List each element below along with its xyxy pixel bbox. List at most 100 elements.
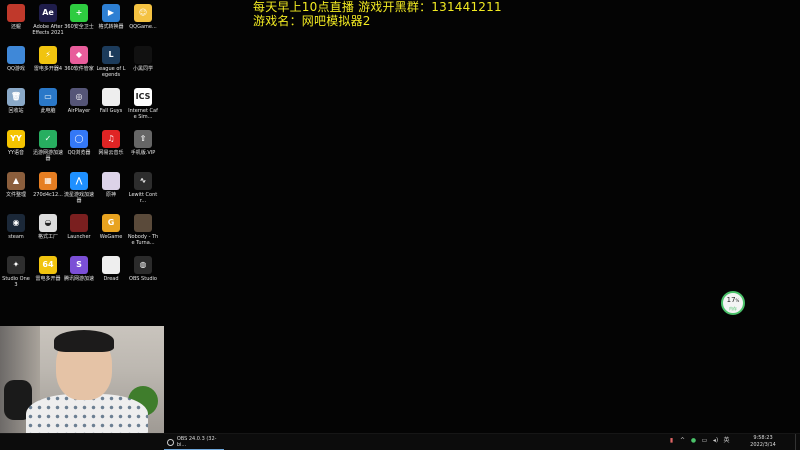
- desktop-icon-label: Fall Guys: [99, 108, 123, 114]
- desktop-icon[interactable]: 还鲲: [0, 2, 32, 30]
- desktop-icon[interactable]: ♫ 网易云音乐: [95, 128, 127, 156]
- desktop-icon[interactable]: Dread: [95, 254, 127, 282]
- taskbar-app-label: OBS 24.0.3 (32-bi...: [176, 436, 217, 448]
- desktop-icon[interactable]: Ae Adobe After Effects 2021: [32, 2, 64, 36]
- desktop-icon-label: steam: [8, 234, 24, 240]
- desktop-icon-label: Launcher: [67, 234, 91, 240]
- app-icon: Ae: [39, 4, 57, 22]
- desktop-icon[interactable]: ◆ 360软件管家: [63, 44, 95, 72]
- show-desktop-button[interactable]: [795, 434, 800, 450]
- flag-icon[interactable]: ▮: [668, 437, 675, 444]
- app-icon: ⇧: [134, 130, 152, 148]
- desktop-icon[interactable]: ✓ 迅游网游加速器: [32, 128, 64, 162]
- taskbar: OBS 24.0.3 (32-bi... ▮ ^ ● ▭ ◂) 英 9:58:23 202…: [0, 433, 800, 450]
- desktop-icon-label: 腾讯网游加速: [63, 276, 94, 282]
- app-icon: ▲: [7, 172, 25, 190]
- desktop-icon-label: 小黑同学: [132, 66, 153, 72]
- app-icon: ◎: [70, 88, 88, 106]
- desktop-icon[interactable]: YY YY语音: [0, 128, 32, 156]
- app-icon: ⚡: [39, 46, 57, 64]
- app-icon: ▭: [39, 88, 57, 106]
- desktop-icon[interactable]: ✦ Studio One 3: [0, 254, 32, 288]
- desktop-icon-label: Studio One 3: [2, 276, 30, 288]
- desktop-icon-label: Nobody - The Turna...: [127, 234, 159, 246]
- desktop-icon-label: 雷电多开器4: [33, 66, 63, 72]
- desktop-icon[interactable]: S 腾讯网游加速: [63, 254, 95, 282]
- memory-usage-label: 内存: [729, 306, 737, 311]
- desktop-icon[interactable]: Fall Guys: [95, 86, 127, 114]
- desktop-icon[interactable]: Nobody - The Turna...: [127, 212, 159, 246]
- desktop-icon-label: WeGame: [99, 234, 123, 240]
- app-icon: ∿: [134, 172, 152, 190]
- app-icon: ▶: [102, 4, 120, 22]
- speaker-icon[interactable]: ◂): [712, 437, 719, 444]
- desktop-icon-label: Dread: [103, 276, 119, 282]
- app-icon: [70, 214, 88, 232]
- desktop-icon-label: 格式转换器: [98, 24, 124, 30]
- wechat-icon[interactable]: ●: [690, 437, 697, 444]
- desktop-icon[interactable]: ▶ 格式转换器: [95, 2, 127, 30]
- desktop-icon[interactable]: Launcher: [63, 212, 95, 240]
- system-tray: ▮ ^ ● ▭ ◂) 英: [668, 437, 730, 444]
- app-icon: 🗑: [7, 88, 25, 106]
- app-icon: L: [102, 46, 120, 64]
- desktop-icon[interactable]: ICS Internet Cafe Sim...: [127, 86, 159, 120]
- desktop-icon-label: Internet Cafe Sim...: [128, 108, 158, 120]
- desktop-icon[interactable]: ◎ AirPlayer: [63, 86, 95, 114]
- desktop-icon[interactable]: ▭ 此电脑: [32, 86, 64, 114]
- desktop-icon[interactable]: ◉ steam: [0, 212, 32, 240]
- app-icon: [102, 256, 120, 274]
- app-icon: ◆: [70, 46, 88, 64]
- desktop-icon[interactable]: ▦ 270d4c12...: [32, 170, 64, 198]
- app-icon: ICS: [134, 88, 152, 106]
- webcam-feed: [0, 326, 164, 433]
- desktop: 每天早上10点直播 游戏开黑群：131441211 游戏名：网吧模拟器2 还鲲 A…: [0, 0, 800, 433]
- app-icon: ◯: [70, 130, 88, 148]
- desktop-icon-label: League of Legends: [96, 66, 126, 78]
- stream-overlay-schedule: 每天早上10点直播 游戏开黑群：131441211: [253, 0, 502, 14]
- desktop-icon[interactable]: +360安全卫士: [63, 2, 95, 30]
- desktop-icon-label: 270d4c12...: [33, 192, 63, 198]
- desktop-icon-label: QQ浏览器: [67, 150, 91, 156]
- memory-usage-widget[interactable]: 17% 内存: [721, 291, 745, 315]
- desktop-icon[interactable]: ◒ 格式工厂: [32, 212, 64, 240]
- desktop-icon-label: QQ游戏: [7, 66, 25, 72]
- app-icon: [102, 172, 120, 190]
- desktop-icon[interactable]: ⋀ 流星游戏加速器: [63, 170, 95, 204]
- desktop-icon-label: 回收站: [8, 108, 24, 114]
- memory-usage-value: 17%: [726, 296, 740, 304]
- desktop-icon[interactable]: ▲ 文件整理: [0, 170, 32, 198]
- desktop-icon-label: Lewitt Contr...: [128, 192, 158, 204]
- desktop-icon[interactable]: ◯ QQ浏览器: [63, 128, 95, 156]
- desktop-icon[interactable]: ∿ Lewitt Contr...: [127, 170, 159, 204]
- desktop-icon[interactable]: ⚡ 雷电多开器4: [32, 44, 64, 72]
- app-icon: YY: [7, 130, 25, 148]
- desktop-icon-label: 还鲲: [10, 24, 21, 30]
- chevron-up-icon[interactable]: ^: [679, 437, 686, 444]
- desktop-icon[interactable]: 小黑同学: [127, 44, 159, 72]
- desktop-icon[interactable]: ⇧ 手机版.VIP: [127, 128, 159, 156]
- desktop-icon-label: 网易云音乐: [98, 150, 124, 156]
- desktop-icon[interactable]: ◍ OBS Studio: [127, 254, 159, 282]
- desktop-icon-label: 360安全卫士: [64, 24, 94, 30]
- desktop-icon[interactable]: L League of Legends: [95, 44, 127, 78]
- taskbar-app-obs[interactable]: OBS 24.0.3 (32-bi...: [164, 435, 224, 450]
- app-icon: ◉: [7, 214, 25, 232]
- app-icon: ☺: [134, 4, 152, 22]
- desktop-icon[interactable]: QQ游戏: [0, 44, 32, 72]
- app-icon: +: [70, 4, 88, 22]
- stream-overlay-game-name: 游戏名：网吧模拟器2: [253, 14, 371, 28]
- app-icon: [134, 46, 152, 64]
- taskbar-clock[interactable]: 9:58:23 2022/3/14: [748, 435, 778, 449]
- webcam-person-hair: [54, 330, 114, 352]
- desktop-icon[interactable]: G WeGame: [95, 212, 127, 240]
- app-icon: S: [70, 256, 88, 274]
- desktop-icon[interactable]: 🗑 回收站: [0, 86, 32, 114]
- desktop-icon[interactable]: ☺ QQGame...: [127, 2, 159, 30]
- app-icon: ◒: [39, 214, 57, 232]
- ime-icon[interactable]: 英: [723, 437, 730, 444]
- desktop-icon[interactable]: 原神: [95, 170, 127, 198]
- network-icon[interactable]: ▭: [701, 437, 708, 444]
- desktop-icon[interactable]: 64 雷电多开器: [32, 254, 64, 282]
- app-icon: 64: [39, 256, 57, 274]
